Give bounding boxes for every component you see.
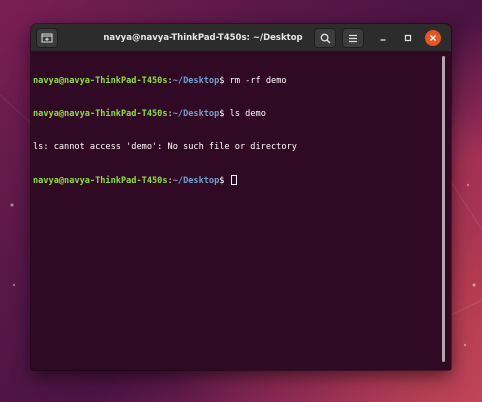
title-bar[interactable]: navya@navya-ThinkPad-T450s: ~/Desktop	[31, 24, 451, 52]
command-output: ls: cannot access 'demo': No such file o…	[33, 142, 297, 152]
prompt-user: navya@navya-ThinkPad-T450s	[33, 109, 168, 119]
terminal-line: navya@navya-ThinkPad-T450s:~/Desktop$ rm…	[33, 76, 449, 87]
terminal-line: navya@navya-ThinkPad-T450s:~/Desktop$	[33, 175, 449, 186]
maximize-button[interactable]	[400, 30, 416, 46]
close-icon	[430, 35, 436, 41]
maximize-icon	[404, 34, 412, 42]
terminal-output[interactable]: navya@navya-ThinkPad-T450s:~/Desktop$ rm…	[31, 52, 451, 370]
prompt-path: ~/Desktop	[172, 176, 220, 186]
terminal-line: ls: cannot access 'demo': No such file o…	[33, 142, 449, 153]
new-tab-icon	[41, 33, 53, 43]
command-text: ls demo	[229, 109, 266, 119]
prompt-user: navya@navya-ThinkPad-T450s	[33, 76, 168, 86]
prompt-symbol: $	[219, 176, 230, 186]
prompt-symbol: $	[219, 109, 230, 119]
scrollbar[interactable]	[442, 56, 445, 362]
prompt-user: navya@navya-ThinkPad-T450s	[33, 176, 168, 186]
minimize-icon	[380, 39, 386, 41]
prompt-symbol: $	[219, 76, 230, 86]
terminal-window[interactable]: navya@navya-ThinkPad-T450s: ~/Desktop na…	[31, 24, 451, 370]
menu-button[interactable]	[342, 28, 364, 48]
prompt-path: ~/Desktop	[172, 109, 220, 119]
text-cursor	[230, 175, 237, 185]
command-text: rm -rf demo	[229, 76, 287, 86]
new-tab-button[interactable]	[36, 28, 58, 48]
close-button[interactable]	[425, 30, 441, 46]
terminal-line: navya@navya-ThinkPad-T450s:~/Desktop$ ls…	[33, 109, 449, 120]
prompt-path: ~/Desktop	[172, 76, 220, 86]
window-title: navya@navya-ThinkPad-T450s: ~/Desktop	[103, 33, 303, 43]
search-button[interactable]	[314, 28, 336, 48]
hamburger-menu-icon	[349, 34, 357, 42]
search-icon	[320, 33, 330, 43]
minimize-button[interactable]	[375, 30, 391, 46]
